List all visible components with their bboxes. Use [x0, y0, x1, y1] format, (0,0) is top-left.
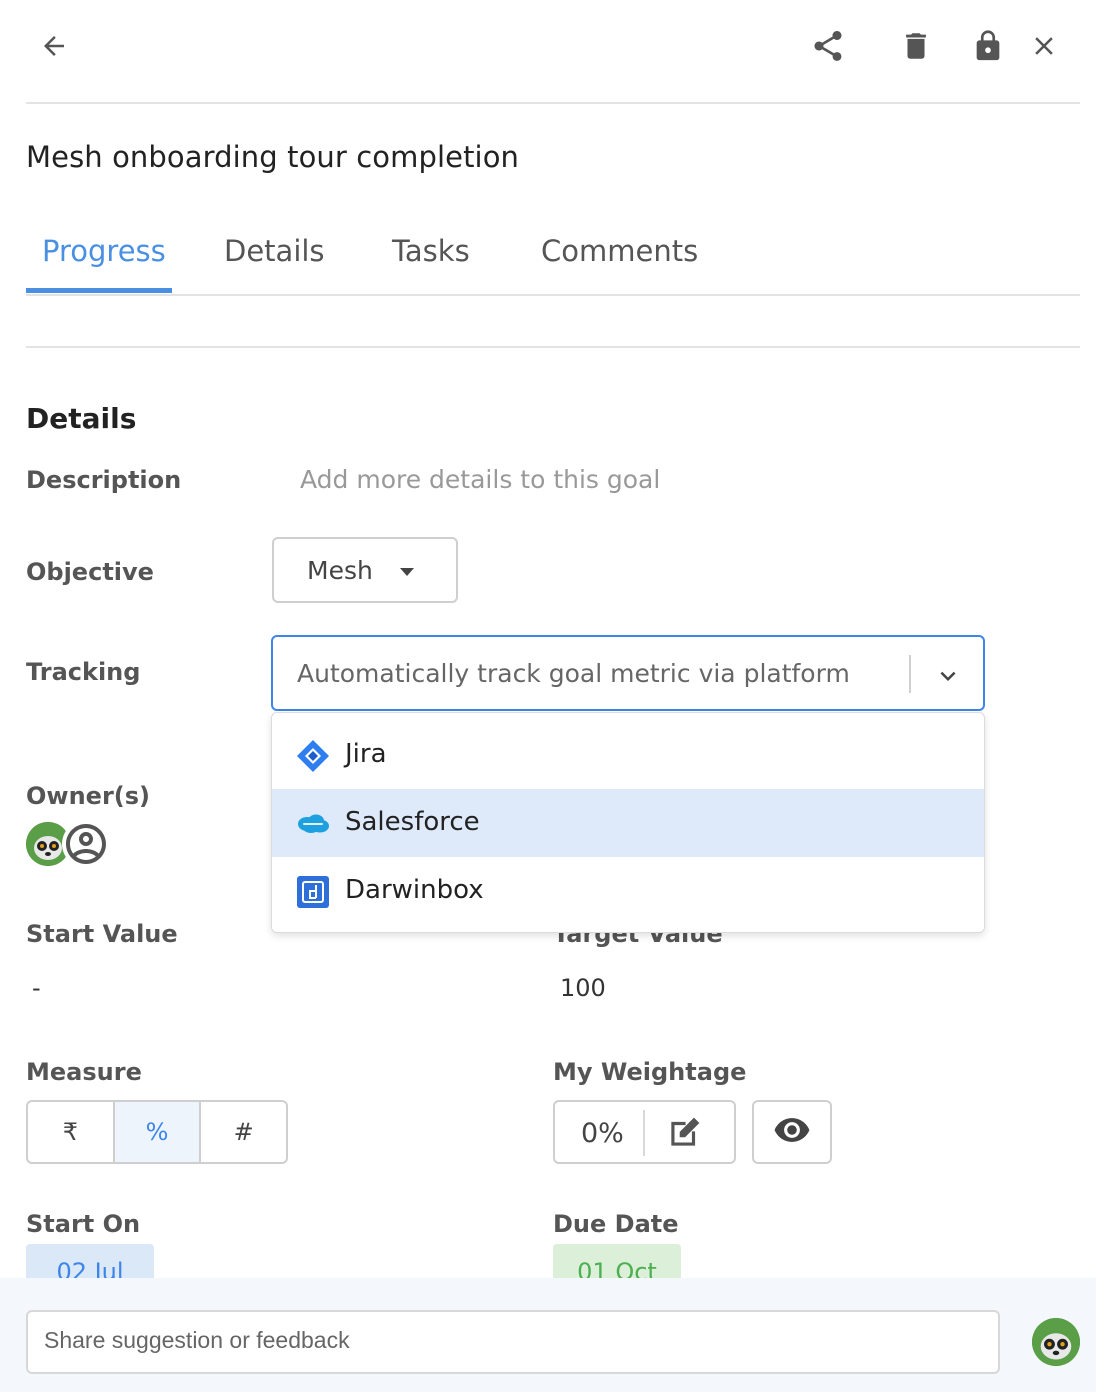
delete-button[interactable]: [896, 26, 936, 66]
jira-icon: [296, 739, 330, 773]
eye-icon: [773, 1111, 811, 1153]
current-user-avatar[interactable]: [1032, 1318, 1080, 1366]
tracking-select[interactable]: Automatically track goal metric via plat…: [271, 635, 985, 711]
option-label: Darwinbox: [345, 875, 484, 905]
tab-comments[interactable]: Comments: [541, 234, 698, 268]
option-label: Jira: [345, 739, 387, 769]
measure-currency-option[interactable]: ₹: [28, 1102, 115, 1162]
salesforce-icon: [296, 807, 330, 841]
start-value-label: Start Value: [26, 920, 178, 948]
lock-icon: [971, 28, 1005, 64]
details-section-title: Details: [26, 402, 137, 435]
measure-percent-option[interactable]: %: [114, 1102, 202, 1162]
objective-label: Objective: [26, 558, 154, 586]
trash-icon: [899, 29, 933, 63]
tab-progress[interactable]: Progress: [42, 234, 166, 268]
tracking-value: Automatically track goal metric via plat…: [297, 659, 850, 688]
tracking-dropdown-menu: Jira Salesforce Darwinbox: [271, 712, 985, 933]
measure-toggle: ₹ % #: [26, 1100, 288, 1164]
back-button[interactable]: [34, 26, 74, 66]
weightage-label: My Weightage: [553, 1058, 747, 1086]
start-value[interactable]: -: [32, 974, 41, 1002]
objective-value: Mesh: [307, 555, 373, 585]
tracking-option-salesforce[interactable]: Salesforce: [272, 789, 984, 857]
active-tab-indicator: [26, 288, 172, 293]
weightage-value: 0%: [581, 1118, 624, 1149]
measure-number-option[interactable]: #: [201, 1102, 286, 1162]
tab-details[interactable]: Details: [224, 234, 325, 268]
target-value[interactable]: 100: [560, 974, 606, 1002]
edit-icon[interactable]: [665, 1114, 703, 1156]
caret-down-icon: [400, 568, 414, 576]
visibility-button[interactable]: [752, 1100, 832, 1164]
option-label: Salesforce: [345, 807, 480, 837]
select-separator: [909, 655, 911, 693]
close-button[interactable]: [1024, 26, 1064, 66]
start-on-label: Start On: [26, 1210, 141, 1238]
lock-button[interactable]: [968, 26, 1008, 66]
description-label: Description: [26, 466, 182, 494]
share-icon: [810, 28, 846, 64]
owners-label: Owner(s): [26, 782, 150, 810]
feedback-input[interactable]: Share suggestion or feedback: [26, 1310, 1000, 1374]
tracking-option-darwinbox[interactable]: Darwinbox: [272, 857, 984, 925]
tab-tasks[interactable]: Tasks: [392, 234, 470, 268]
description-input[interactable]: Add more details to this goal: [300, 465, 660, 494]
feedback-footer: Share suggestion or feedback: [0, 1278, 1096, 1392]
section-divider: [26, 346, 1080, 348]
arrow-left-icon: [39, 31, 69, 61]
tabs-divider: [26, 294, 1080, 296]
weightage-separator: [643, 1110, 645, 1156]
weightage-field: 0%: [553, 1100, 736, 1164]
add-owner-avatar[interactable]: [62, 820, 110, 868]
measure-label: Measure: [26, 1058, 142, 1086]
goal-title: Mesh onboarding tour completion: [26, 140, 520, 174]
due-date-label: Due Date: [553, 1210, 679, 1238]
tracking-label: Tracking: [26, 658, 141, 686]
objective-select[interactable]: Mesh: [272, 537, 458, 603]
header-divider: [26, 102, 1080, 104]
darwinbox-icon: [296, 875, 330, 909]
chevron-down-icon[interactable]: [933, 661, 963, 695]
share-button[interactable]: [808, 26, 848, 66]
close-icon: [1029, 31, 1059, 61]
tracking-option-jira[interactable]: Jira: [272, 721, 984, 789]
